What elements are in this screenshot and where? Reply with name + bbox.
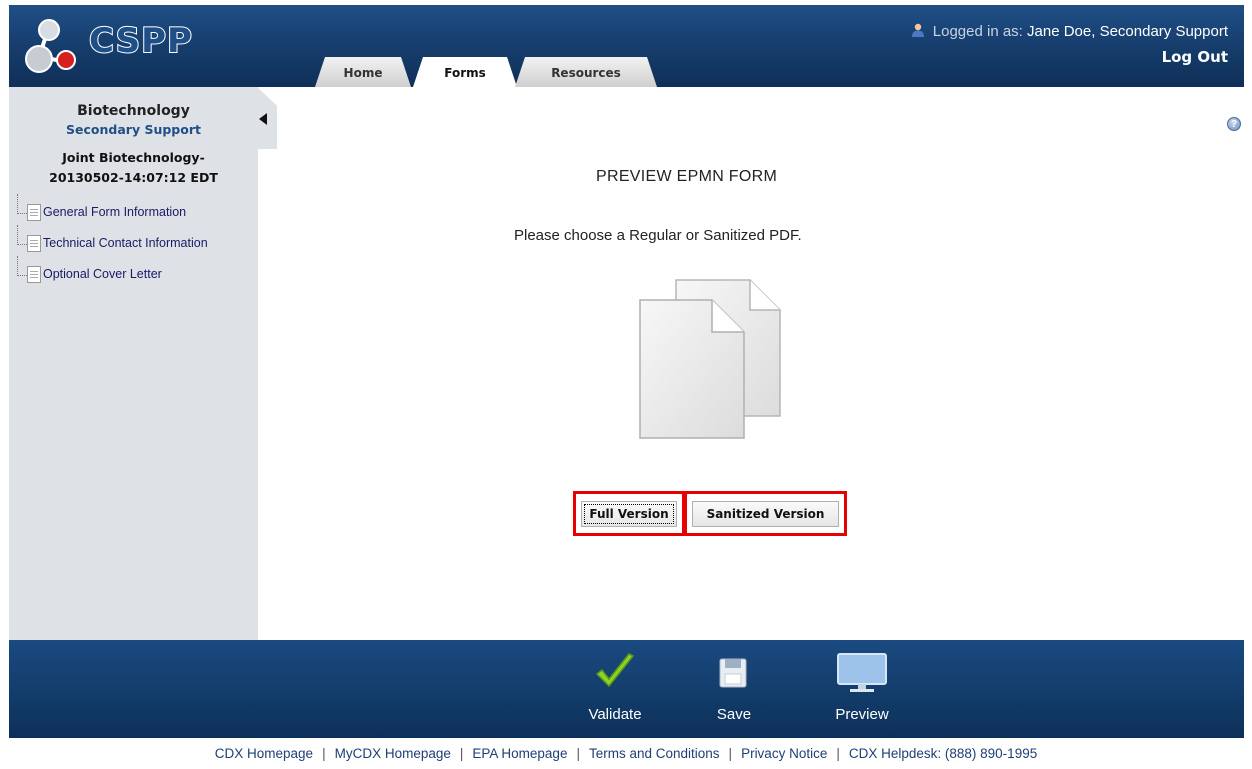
preview-label: Preview (835, 706, 889, 723)
monitor-icon (837, 653, 887, 692)
user-icon (911, 23, 924, 37)
sidebar-form-name: Joint Biotechnology- 20130502-14:07:12 E… (9, 148, 258, 188)
footer-link-cdx-homepage[interactable]: CDX Homepage (215, 746, 313, 761)
pdf-instruction: Please choose a Regular or Sanitized PDF… (514, 227, 802, 244)
footer-link-terms-and-conditions[interactable]: Terms and Conditions (589, 746, 720, 761)
footer-link-privacy-notice[interactable]: Privacy Notice (741, 746, 827, 761)
molecule-icon (25, 19, 76, 73)
sidebar-item-label: Technical Contact Information (43, 236, 208, 250)
header-bar: CSPP Home Forms Resources Logged in as: … (9, 5, 1244, 87)
sidebar-title: Biotechnology (77, 103, 190, 119)
tab-home-label: Home (343, 66, 383, 80)
cspp-logo[interactable]: CSPP (23, 13, 213, 79)
logout-link[interactable]: Log Out (1162, 48, 1228, 66)
footer-separator: | (728, 746, 733, 761)
tab-forms[interactable]: Forms (413, 57, 517, 87)
footer-links: CDX Homepage | MyCDX Homepage | EPA Homepage… (0, 746, 1252, 761)
full-version-button[interactable]: Full Version (573, 491, 685, 536)
form-name-line1: Joint Biotechnology- (62, 150, 205, 165)
full-version-label: Full Version (581, 501, 677, 527)
footer-link-mycdx-homepage[interactable]: MyCDX Homepage (335, 746, 451, 761)
tab-home[interactable]: Home (315, 57, 411, 87)
validate-button[interactable]: Validate (575, 640, 655, 738)
sidebar: Biotechnology Secondary Support Joint Bi… (9, 87, 277, 640)
documents-icon (639, 279, 781, 439)
save-label: Save (716, 706, 752, 723)
validate-label: Validate (588, 706, 642, 723)
form-name-line2: 20130502-14:07:12 EDT (49, 170, 218, 185)
document-icon (27, 266, 41, 283)
sidebar-item-label: General Form Information (43, 205, 187, 219)
logo-text: CSPP (88, 20, 193, 62)
document-icon (27, 235, 41, 252)
logged-in-prefix: Logged in as: (932, 23, 1023, 40)
sanitized-version-label: Sanitized Version (692, 501, 839, 527)
logged-in-user: Logged in as: Jane Doe, Secondary Suppor… (911, 23, 1228, 40)
page-title: PREVIEW EPMN FORM (596, 168, 778, 185)
document-icon (27, 204, 41, 221)
sanitized-version-button[interactable]: Sanitized Version (684, 491, 847, 536)
tab-resources-label: Resources (551, 66, 621, 80)
sidebar-item-optional-cover-letter[interactable]: Optional Cover Letter (17, 256, 162, 295)
footer-separator: | (322, 746, 326, 761)
footer-separator: | (836, 746, 840, 761)
footer-link-epa-homepage[interactable]: EPA Homepage (472, 746, 567, 761)
tab-resources[interactable]: Resources (515, 57, 657, 87)
floppy-disk-icon (719, 658, 747, 688)
sidebar-role: Secondary Support (66, 122, 201, 137)
sidebar-collapse-toggle[interactable] (257, 87, 277, 149)
save-button[interactable]: Save (709, 640, 759, 738)
footer-link-cdx-helpdesk[interactable]: CDX Helpdesk: (888) 890-1995 (849, 746, 1037, 761)
help-icon[interactable]: ? (1227, 117, 1241, 131)
logged-in-name: Jane Doe, Secondary Support (1027, 23, 1228, 40)
footer-separator: | (459, 746, 464, 761)
preview-button[interactable]: Preview (826, 640, 898, 738)
tab-forms-label: Forms (444, 66, 486, 80)
form-action-toolbar: Validate Save Preview (9, 640, 1244, 738)
footer-separator: | (576, 746, 580, 761)
sidebar-item-label: Optional Cover Letter (43, 267, 162, 281)
checkmark-icon (595, 653, 635, 688)
chevron-left-icon (259, 113, 267, 125)
form-section-tree: General Form Information Technical Conta… (17, 194, 208, 295)
